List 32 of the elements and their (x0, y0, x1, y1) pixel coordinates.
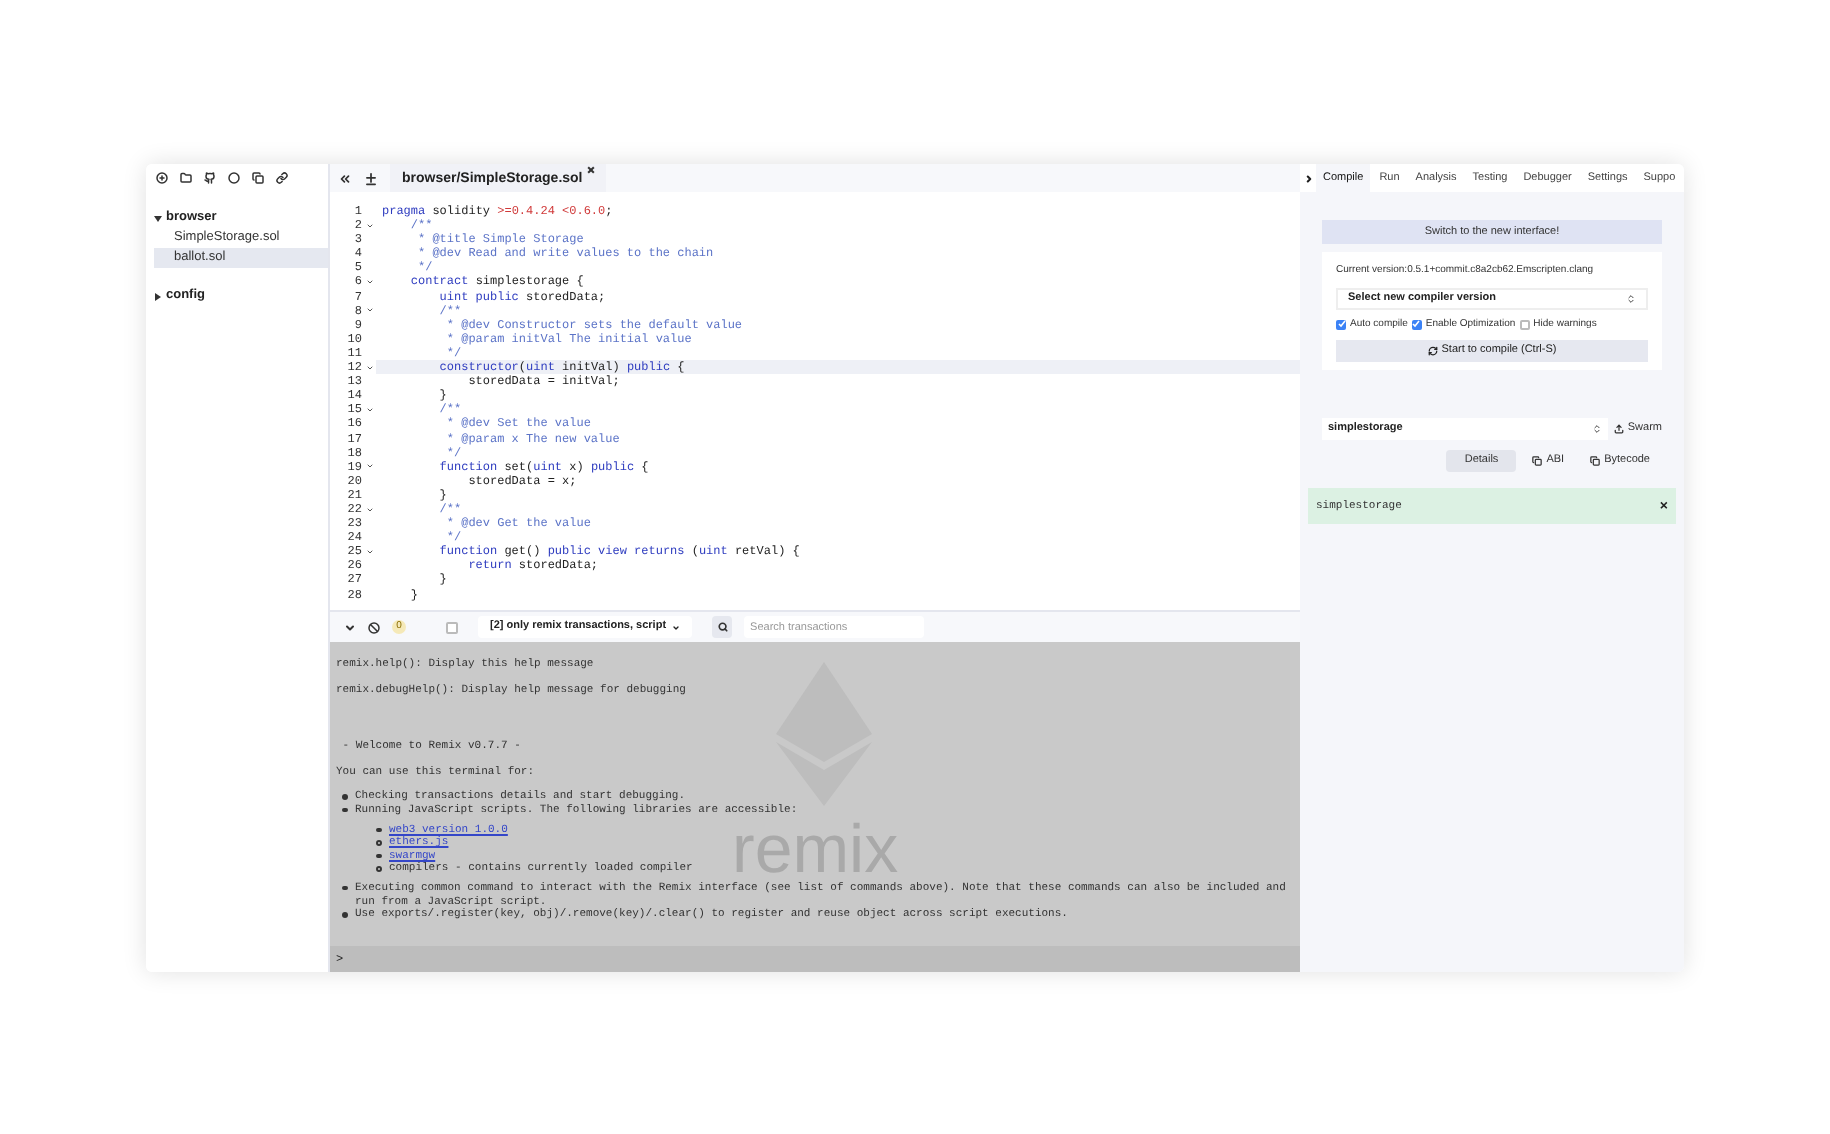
chevron-right-icon[interactable] (1304, 173, 1314, 183)
caret-icon (155, 292, 161, 300)
link-icon[interactable] (276, 172, 288, 184)
bullet-icon (342, 912, 347, 918)
bullet-icon (376, 853, 381, 859)
bullet-icon (342, 807, 347, 813)
bullet-icon (342, 885, 347, 891)
bullet-icon (376, 866, 381, 872)
bullet-icon (376, 827, 381, 833)
search-icon[interactable] (712, 616, 733, 638)
upload-icon (1613, 424, 1624, 434)
plus-circle-icon[interactable] (156, 172, 168, 184)
select-arrows-icon (1591, 424, 1602, 434)
select-arrows-icon (1626, 293, 1636, 303)
github-icon[interactable] (204, 172, 216, 184)
bullet-icon (342, 794, 347, 800)
option-checkbox[interactable] (1519, 319, 1530, 330)
listen-checkbox[interactable] (446, 621, 458, 633)
copy-icon (1590, 456, 1601, 466)
circle-icon[interactable] (228, 172, 240, 184)
caret-icon (672, 623, 681, 631)
bullet-icon (376, 840, 381, 846)
plus-minus-icon[interactable] (364, 171, 378, 185)
caret-icon (154, 215, 162, 221)
chevron-down-icon[interactable] (344, 621, 356, 633)
clear-icon[interactable] (368, 621, 380, 633)
copy-icon[interactable] (252, 172, 264, 184)
chevrons-left-icon[interactable] (338, 171, 352, 185)
refresh-icon (1427, 346, 1438, 356)
folder-icon[interactable] (180, 172, 192, 184)
close-icon[interactable] (586, 166, 595, 174)
copy-icon (1532, 456, 1543, 466)
